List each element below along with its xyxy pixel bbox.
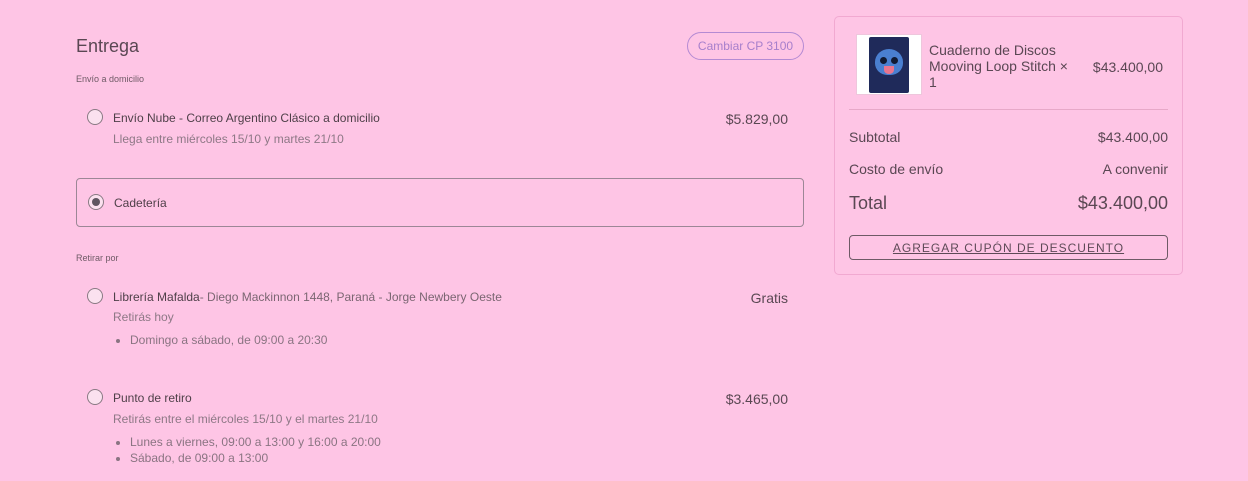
shipping-option-name: Cadetería — [114, 196, 167, 210]
total-label: Total — [849, 193, 888, 213]
pickup-option-price: Gratis — [750, 290, 788, 306]
pickup-option-radio[interactable] — [87, 288, 103, 304]
add-coupon-button[interactable]: AGREGAR CUPÓN DE DESCUENTO — [849, 235, 1168, 260]
shipping-option-cadeteria[interactable]: Cadetería — [76, 178, 804, 227]
schedule-item: Sábado, de 09:00 a 13:00 — [130, 450, 381, 466]
pickup-option-name: Punto de retiro — [113, 391, 192, 405]
shipping-option-radio[interactable] — [87, 109, 103, 125]
stitch-notebook-icon — [869, 37, 909, 93]
pickup-store-address: - Diego Mackinnon 1448, Paraná - Jorge N… — [199, 290, 502, 304]
shipping-option-price: $5.829,00 — [725, 111, 788, 127]
pickup-option-eta: Retirás hoy — [113, 310, 174, 324]
pickup-option-schedule: Lunes a viernes, 09:00 a 13:00 y 16:00 a… — [130, 434, 381, 466]
shipping-cost-value: A convenir — [1102, 161, 1168, 177]
shipping-cost-row: Costo de envío A convenir — [849, 161, 1168, 177]
change-postal-code-button[interactable]: Cambiar CP 3100 — [687, 32, 804, 60]
home-delivery-label: Envío a domicilio — [76, 74, 145, 84]
schedule-item: Domingo a sábado, de 09:00 a 20:30 — [130, 332, 327, 348]
pickup-store-name: Librería Mafalda — [113, 290, 200, 304]
shipping-cost-label: Costo de envío — [849, 161, 944, 177]
summary-divider — [849, 109, 1168, 110]
subtotal-value: $43.400,00 — [1097, 129, 1168, 145]
pickup-label: Retirar por — [76, 253, 119, 263]
pickup-option-radio[interactable] — [87, 389, 103, 405]
total-row: Total $43.400,00 — [849, 193, 1168, 214]
pickup-option-name: Librería Mafalda- Diego Mackinnon 1448, … — [113, 290, 502, 304]
shipping-option-name: Envío Nube - Correo Argentino Clásico a … — [113, 111, 380, 125]
subtotal-row: Subtotal $43.400,00 — [849, 129, 1168, 145]
delivery-title: Entrega — [76, 36, 140, 56]
schedule-item: Lunes a viernes, 09:00 a 13:00 y 16:00 a… — [130, 434, 381, 450]
pickup-option-eta: Retirás entre el miércoles 15/10 y el ma… — [113, 412, 378, 426]
shipping-option-eta: Llega entre miércoles 15/10 y martes 21/… — [113, 132, 344, 146]
total-value: $43.400,00 — [1077, 193, 1168, 213]
order-summary: Cuaderno de Discos Mooving Loop Stitch ×… — [834, 16, 1183, 275]
product-name: Cuaderno de Discos Mooving Loop Stitch ×… — [929, 42, 1068, 90]
pickup-option-price: $3.465,00 — [725, 391, 788, 407]
shipping-option-radio-selected[interactable] — [88, 194, 104, 210]
subtotal-label: Subtotal — [849, 129, 901, 145]
product-thumbnail — [856, 34, 922, 95]
product-price: $43.400,00 — [1092, 59, 1163, 75]
pickup-option-schedule: Domingo a sábado, de 09:00 a 20:30 — [130, 332, 327, 348]
